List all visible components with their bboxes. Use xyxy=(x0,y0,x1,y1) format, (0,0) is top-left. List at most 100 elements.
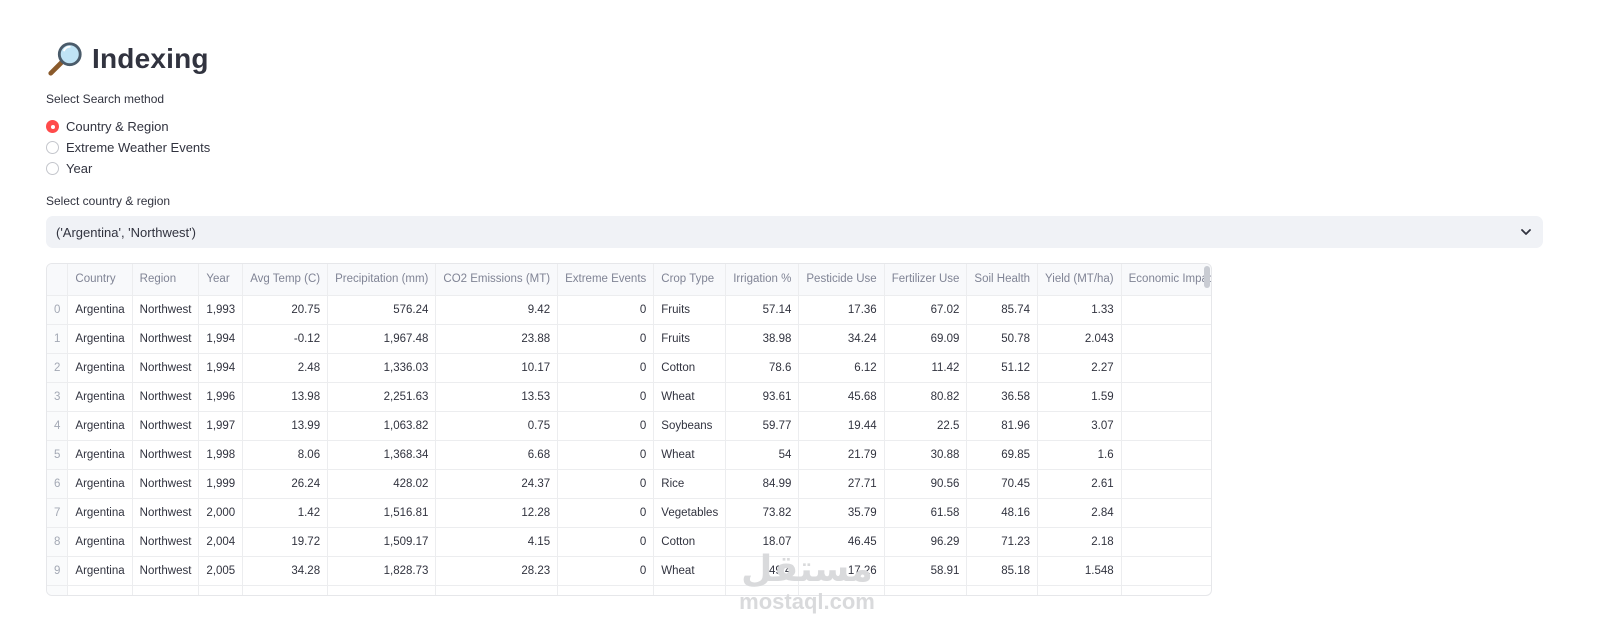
table-cell: 2.48 xyxy=(242,353,329,383)
column-header[interactable]: Pesticide Use xyxy=(798,264,885,296)
scrollbar-thumb[interactable] xyxy=(1204,266,1210,288)
table-cell: 2,005 xyxy=(198,556,244,586)
table-cell: 36.58 xyxy=(966,382,1039,412)
data-table[interactable]: Country Region Year Avg Temp (C) Precipitati… xyxy=(46,263,1212,596)
table-cell: 49.4 xyxy=(725,556,800,586)
country-region-label: Select country & region xyxy=(46,194,171,208)
radio-selected-icon xyxy=(46,120,59,133)
table-cell: 478.01 xyxy=(1121,295,1211,325)
table-cell: 1,993 xyxy=(198,295,244,325)
table-cell: Northwest xyxy=(132,353,200,383)
table-row[interactable]: 7 Argentina Northwest 2,000 1.42 1,516.81 12.2… xyxy=(47,498,1211,528)
radio-extreme-weather-events[interactable]: Extreme Weather Events xyxy=(46,137,210,158)
table-cell: 38.98 xyxy=(725,324,800,354)
radio-unselected-icon xyxy=(46,162,59,175)
table-cell: 576.24 xyxy=(327,295,437,325)
table-cell: 26.24 xyxy=(242,469,329,499)
table-cell: Argentina xyxy=(67,498,133,528)
table-cell: 59.77 xyxy=(725,411,800,441)
radio-year[interactable]: Year xyxy=(46,158,210,179)
row-index: 5 xyxy=(47,440,69,470)
row-index: 6 xyxy=(47,469,69,499)
table-cell: 0 xyxy=(557,353,655,383)
table-row[interactable]: 5 Argentina Northwest 1,998 8.06 1,368.34 6.68… xyxy=(47,440,1211,470)
table-cell: 30.88 xyxy=(884,440,968,470)
column-header[interactable] xyxy=(47,264,69,296)
table-row[interactable]: 3 Argentina Northwest 1,996 13.98 2,251.63 13.… xyxy=(47,382,1211,412)
table-cell: Northwest xyxy=(132,527,200,557)
table-cell: 1.59 xyxy=(1037,382,1122,412)
table-cell: Northwest xyxy=(132,440,200,470)
table-cell: 2,251.63 xyxy=(327,382,437,412)
table-cell: 17.26 xyxy=(798,556,885,586)
table-cell xyxy=(435,585,559,595)
table-cell: 34.24 xyxy=(798,324,885,354)
table-cell xyxy=(132,585,200,595)
table-cell: Argentina xyxy=(67,469,133,499)
table-cell: 2.043 xyxy=(1037,324,1122,354)
table-cell: 0 xyxy=(557,498,655,528)
column-header[interactable]: Economic Impact (M USD) xyxy=(1121,264,1211,296)
column-header[interactable]: Irrigation % xyxy=(725,264,800,296)
table-cell: 51.12 xyxy=(966,353,1039,383)
column-header[interactable]: Fertilizer Use xyxy=(884,264,968,296)
table-cell: 50.78 xyxy=(966,324,1039,354)
table-cell: 0 xyxy=(557,469,655,499)
table-cell: Northwest xyxy=(132,295,200,325)
radio-country-region[interactable]: Country & Region xyxy=(46,116,210,137)
row-index: 3 xyxy=(47,382,69,412)
table-row[interactable]: 4 Argentina Northwest 1,997 13.99 1,063.82 0.7… xyxy=(47,411,1211,441)
table-cell: 770.8 xyxy=(1121,498,1211,528)
table-cell xyxy=(1037,585,1122,595)
column-header[interactable]: CO2 Emissions (MT) xyxy=(435,264,559,296)
table-cell: 4.15 xyxy=(435,527,559,557)
table-cell: 615.66 xyxy=(1121,382,1211,412)
page-title: Indexing xyxy=(92,43,209,74)
table-cell: 20.75 xyxy=(242,295,329,325)
table-cell: 54 xyxy=(725,440,800,470)
table-cell: Argentina xyxy=(67,353,133,383)
table-row[interactable]: 8 Argentina Northwest 2,004 19.72 1,509.17 4.1… xyxy=(47,527,1211,557)
table-cell xyxy=(67,585,133,595)
table-cell: 70.45 xyxy=(966,469,1039,499)
table-cell: 2,004 xyxy=(198,527,244,557)
column-header[interactable]: Year xyxy=(198,264,244,296)
table-cell: 0 xyxy=(557,440,655,470)
table-cell: 27.71 xyxy=(798,469,885,499)
table-cell: Argentina xyxy=(67,440,133,470)
table-cell: 0 xyxy=(557,411,655,441)
table-cell: 23.88 xyxy=(435,324,559,354)
table-cell: Wheat xyxy=(653,440,727,470)
table-header-row: Country Region Year Avg Temp (C) Precipitati… xyxy=(47,264,1211,296)
country-region-select[interactable]: ('Argentina', 'Northwest') xyxy=(46,216,1543,248)
table-cell: 17.36 xyxy=(798,295,885,325)
table-cell: 1,063.82 xyxy=(327,411,437,441)
table-cell: 1,509.17 xyxy=(327,527,437,557)
column-header[interactable]: Soil Health xyxy=(966,264,1039,296)
table-cell xyxy=(198,585,244,595)
table-cell: 24.37 xyxy=(435,469,559,499)
table-cell: 85.74 xyxy=(966,295,1039,325)
table-cell: 0 xyxy=(557,556,655,586)
column-header[interactable]: Precipitation (mm) xyxy=(327,264,437,296)
search-method-radio-group: Country & Region Extreme Weather Events … xyxy=(46,116,210,179)
column-header[interactable]: Yield (MT/ha) xyxy=(1037,264,1122,296)
table-cell: 93.61 xyxy=(725,382,800,412)
row-index: 7 xyxy=(47,498,69,528)
table-cell: 2,000 xyxy=(198,498,244,528)
table-cell: 1,104.59 xyxy=(1121,411,1211,441)
table-row[interactable]: 6 Argentina Northwest 1,999 26.24 428.02 24.37… xyxy=(47,469,1211,499)
table-cell: 1,368.34 xyxy=(327,440,437,470)
radio-label: Extreme Weather Events xyxy=(66,140,211,155)
radio-label: Country & Region xyxy=(66,119,169,134)
table-row[interactable]: 1 Argentina Northwest 1,994 -0.12 1,967.48 23.… xyxy=(47,324,1211,354)
column-header[interactable]: Avg Temp (C) xyxy=(242,264,329,296)
table-row[interactable]: 2 Argentina Northwest 1,994 2.48 1,336.03 10.1… xyxy=(47,353,1211,383)
column-header[interactable]: Region xyxy=(132,264,200,296)
table-cell: 2.27 xyxy=(1037,353,1122,383)
table-row[interactable]: 0 Argentina Northwest 1,993 20.75 576.24 9.42 0… xyxy=(47,295,1211,325)
table-row[interactable]: 9 Argentina Northwest 2,005 34.28 1,828.73 28.… xyxy=(47,556,1211,586)
column-header[interactable]: Country xyxy=(67,264,133,296)
column-header[interactable]: Crop Type xyxy=(653,264,727,296)
column-header[interactable]: Extreme Events xyxy=(557,264,655,296)
